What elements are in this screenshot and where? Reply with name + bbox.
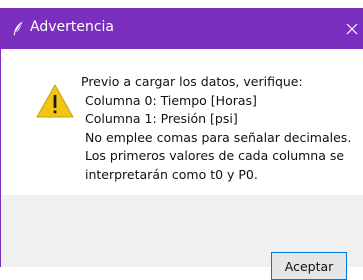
titlebar[interactable]: Advertencia bbox=[1, 8, 363, 49]
message-line: No emplee comas para señalar decimales. bbox=[85, 129, 352, 145]
dialog-title: Advertencia bbox=[30, 19, 115, 35]
feather-icon bbox=[12, 21, 24, 36]
message-line: interpretarán como t0 y P0. bbox=[85, 166, 258, 182]
dialog-message: Previo a cargar los datos, verifique: Co… bbox=[81, 73, 361, 184]
message-area: Previo a cargar los datos, verifique: Co… bbox=[1, 49, 363, 195]
message-line: Columna 0: Tiempo [Horas] bbox=[85, 92, 257, 108]
button-bar: Aceptar bbox=[1, 195, 363, 280]
warning-dialog: Advertencia Previo a cargar los datos, v… bbox=[0, 8, 363, 280]
close-icon[interactable] bbox=[340, 8, 363, 49]
message-line: Columna 1: Presión [psi] bbox=[85, 111, 238, 126]
message-line: Los primeros valores de cada columna se bbox=[85, 148, 345, 163]
accept-button[interactable]: Aceptar bbox=[271, 252, 347, 280]
message-line: Previo a cargar los datos, verifique: bbox=[81, 74, 303, 89]
warning-icon bbox=[35, 83, 75, 119]
